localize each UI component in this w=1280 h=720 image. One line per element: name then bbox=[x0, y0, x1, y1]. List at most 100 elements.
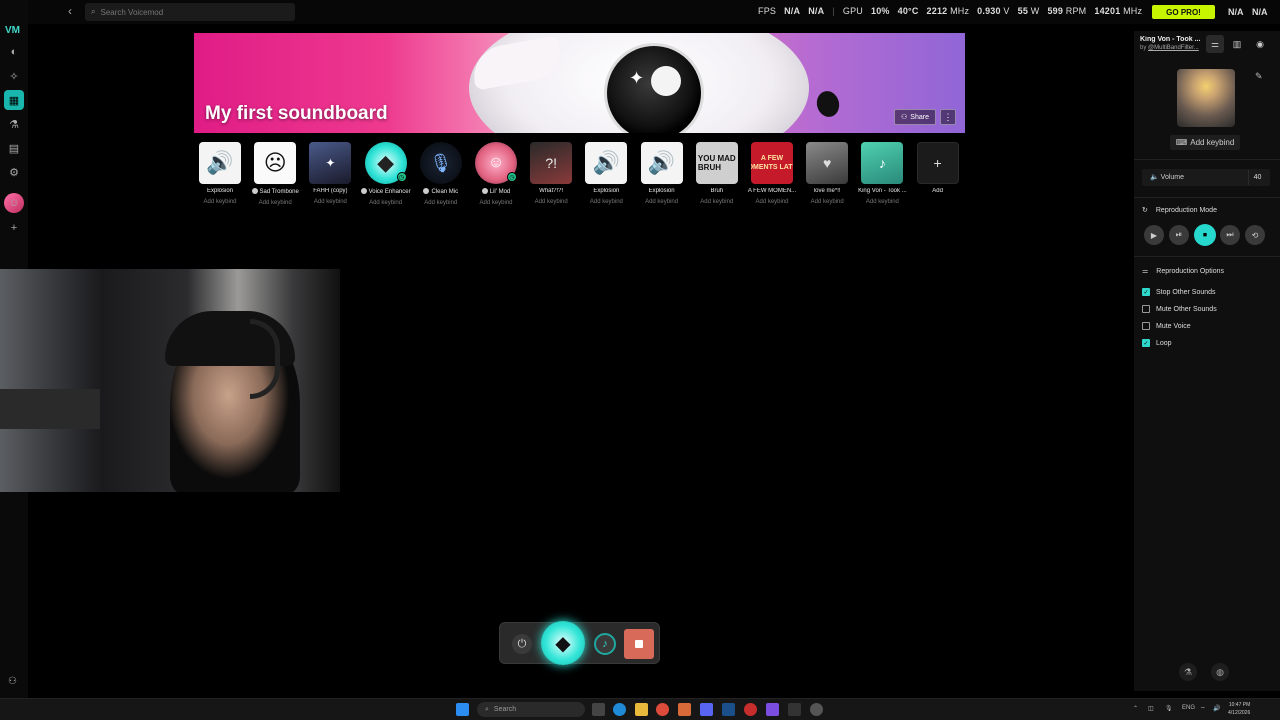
taskbar-search[interactable]: ⌕ Search bbox=[477, 702, 585, 717]
speaker-icon[interactable]: 🔊 bbox=[640, 142, 683, 184]
settings-icon[interactable]: ⚙ bbox=[4, 162, 24, 182]
plus-icon[interactable]: + bbox=[916, 142, 959, 184]
sliders-icon[interactable]: ⚌ bbox=[1206, 35, 1224, 53]
terminal-icon[interactable] bbox=[788, 703, 801, 716]
settings-app-icon[interactable] bbox=[810, 703, 823, 716]
sound-tile[interactable]: A FEW MOMENTS LATERA FEW MOMEN...Add key… bbox=[748, 142, 796, 205]
account-icon[interactable]: ⚇ bbox=[8, 676, 17, 687]
more-options-button[interactable]: ⋮ bbox=[940, 109, 956, 125]
volume-control[interactable]: 🔈 Volume 40 bbox=[1142, 169, 1270, 186]
sound-tile[interactable]: ✦ FAHH (copy) Add keybind bbox=[309, 142, 353, 205]
sound-keybind[interactable]: Add keybind bbox=[634, 199, 690, 205]
stop-sounds-button[interactable] bbox=[624, 629, 654, 659]
add-icon[interactable]: + bbox=[4, 218, 24, 238]
back-arrow-icon[interactable]: ‹ bbox=[68, 4, 72, 18]
vlc-icon[interactable] bbox=[678, 703, 691, 716]
sound-tile[interactable]: 🔊 Explosion Add keybind bbox=[199, 142, 243, 205]
windows-start-icon[interactable] bbox=[456, 703, 469, 716]
play-once-icon[interactable]: ▶ bbox=[1144, 225, 1164, 245]
voice-enhancer-icon[interactable]: ◆ bbox=[541, 621, 585, 665]
sound-keybind[interactable]: Add keybind bbox=[744, 199, 800, 205]
sound-keybind[interactable]: Add keybind bbox=[523, 199, 579, 205]
king-von-image[interactable]: ♪ bbox=[861, 142, 904, 184]
sound-tile[interactable]: ♥ love me*!! Add keybind bbox=[806, 142, 850, 205]
volume-value[interactable]: 40 bbox=[1248, 170, 1266, 185]
play-stop-icon[interactable]: ⏹ bbox=[1194, 224, 1216, 246]
globe-icon[interactable]: ◍ bbox=[1211, 663, 1229, 681]
store-icon[interactable]: ▤ bbox=[4, 138, 24, 158]
sad-face-icon[interactable]: ☹ bbox=[254, 142, 297, 184]
sound-thumbnail[interactable] bbox=[1177, 69, 1235, 127]
add-sound-tile[interactable]: + Add bbox=[916, 142, 961, 194]
task-view-icon[interactable] bbox=[592, 703, 605, 716]
sound-keybind[interactable]: Add keybind bbox=[247, 200, 303, 206]
love-image[interactable]: ♥ bbox=[806, 142, 849, 184]
taskbar-clock[interactable]: 10:47 PM 4/12/2026 bbox=[1228, 701, 1250, 717]
search-input[interactable] bbox=[100, 7, 281, 17]
edge-icon[interactable] bbox=[613, 703, 626, 716]
tray-chevron-icon[interactable]: ⌃ bbox=[1133, 705, 1138, 712]
discord-icon[interactable] bbox=[700, 703, 713, 716]
tray-network-icon[interactable]: ◫ bbox=[1148, 705, 1154, 712]
sound-keybind[interactable]: Add keybind bbox=[192, 199, 248, 205]
speaker-icon[interactable]: 🔊 bbox=[199, 142, 241, 184]
loop-icon[interactable]: ⟲ bbox=[1245, 225, 1265, 245]
twitch-icon[interactable] bbox=[766, 703, 779, 716]
what-image[interactable]: ?! bbox=[530, 142, 573, 184]
search-box[interactable]: ⌕ bbox=[85, 3, 295, 21]
microphone-icon[interactable]: 🎙 bbox=[419, 142, 462, 184]
play-restart-icon[interactable]: ⏭ bbox=[1220, 225, 1240, 245]
vegeta-image[interactable]: ✦ bbox=[309, 142, 352, 184]
lab-icon[interactable]: ⚗ bbox=[4, 114, 24, 134]
add-keybind-button[interactable]: ⌨ Add keybind bbox=[1170, 135, 1240, 150]
go-pro-button[interactable]: GO PRO! bbox=[1152, 5, 1215, 19]
tray-mic-icon[interactable]: 🎙 bbox=[1165, 705, 1173, 712]
sound-tile[interactable]: ◆ ◷ Voice Enhancer Add keybind bbox=[360, 142, 411, 206]
obs-icon[interactable] bbox=[744, 703, 757, 716]
tray-volume-icon[interactable]: 🔊 bbox=[1213, 705, 1220, 712]
soundboard-icon[interactable]: ▦ bbox=[4, 90, 24, 110]
file-explorer-icon[interactable] bbox=[635, 703, 648, 716]
sound-keybind[interactable]: Add keybind bbox=[689, 199, 745, 205]
play-pause-icon[interactable]: ⏯ bbox=[1169, 225, 1189, 245]
sound-keybind[interactable]: Add keybind bbox=[413, 200, 469, 206]
speaker-icon[interactable]: 🔊 bbox=[585, 142, 628, 184]
sound-tile[interactable]: ☹ Sad Trombone Add keybind bbox=[251, 142, 299, 206]
sound-tile[interactable]: ☺ ◷ Lil' Mod Add keybind bbox=[475, 142, 519, 206]
hear-myself-icon[interactable]: ♪ bbox=[594, 633, 616, 655]
sound-tile[interactable]: ?! What?!?! Add keybind bbox=[530, 142, 574, 205]
option-row[interactable]: Mute Other Sounds bbox=[1142, 305, 1217, 313]
option-checkbox[interactable] bbox=[1142, 322, 1150, 330]
sound-tile[interactable]: YOU MAD BRUH Bruh Add keybind bbox=[695, 142, 740, 205]
record-icon[interactable]: ◉ bbox=[1251, 35, 1269, 53]
edit-icon[interactable]: ✎ bbox=[1255, 71, 1263, 82]
lil-mod-avatar-icon[interactable]: ☺ bbox=[4, 193, 24, 213]
sound-keybind[interactable]: Add keybind bbox=[358, 200, 414, 206]
steam-icon[interactable] bbox=[722, 703, 735, 716]
author-link[interactable]: @MultiBandFilter... bbox=[1148, 45, 1199, 51]
effects-icon[interactable]: ✧ bbox=[4, 66, 24, 86]
sound-keybind[interactable]: Add keybind bbox=[799, 199, 855, 205]
sound-keybind[interactable]: Add keybind bbox=[578, 199, 634, 205]
sound-tile[interactable]: 🔊 Explosion Add keybind bbox=[640, 142, 685, 205]
sound-keybind[interactable]: Add keybind bbox=[854, 199, 910, 205]
option-checkbox[interactable] bbox=[1142, 305, 1150, 313]
lab-bottom-icon[interactable]: ⚗ bbox=[1179, 663, 1197, 681]
option-row[interactable]: Mute Voice bbox=[1142, 322, 1191, 330]
tray-language[interactable]: ENG bbox=[1182, 705, 1195, 711]
voice-changer-icon[interactable]: ◐ bbox=[4, 42, 24, 62]
tray-wifi-icon[interactable]: ⌔ bbox=[1200, 705, 1206, 713]
chrome-icon[interactable] bbox=[656, 703, 669, 716]
option-checkbox[interactable]: ✓ bbox=[1142, 288, 1150, 296]
few-moments-image[interactable]: A FEW MOMENTS LATER bbox=[751, 142, 793, 184]
sound-tile[interactable]: 🎙 Clean Mic Add keybind bbox=[419, 142, 464, 206]
sound-tile[interactable]: ♪ King Von - Took ... Add keybind bbox=[858, 142, 907, 205]
option-row[interactable]: ✓ Stop Other Sounds bbox=[1142, 288, 1216, 296]
sound-tile[interactable]: 🔊 Explosion Add keybind bbox=[585, 142, 629, 205]
book-icon[interactable]: ▥ bbox=[1228, 35, 1246, 53]
power-icon[interactable]: ⏻ bbox=[512, 634, 532, 654]
sound-keybind[interactable]: Add keybind bbox=[302, 199, 358, 205]
sound-keybind[interactable]: Add keybind bbox=[468, 200, 524, 206]
share-button[interactable]: ⚇ Share bbox=[894, 109, 936, 125]
option-checkbox[interactable]: ✓ bbox=[1142, 339, 1150, 347]
